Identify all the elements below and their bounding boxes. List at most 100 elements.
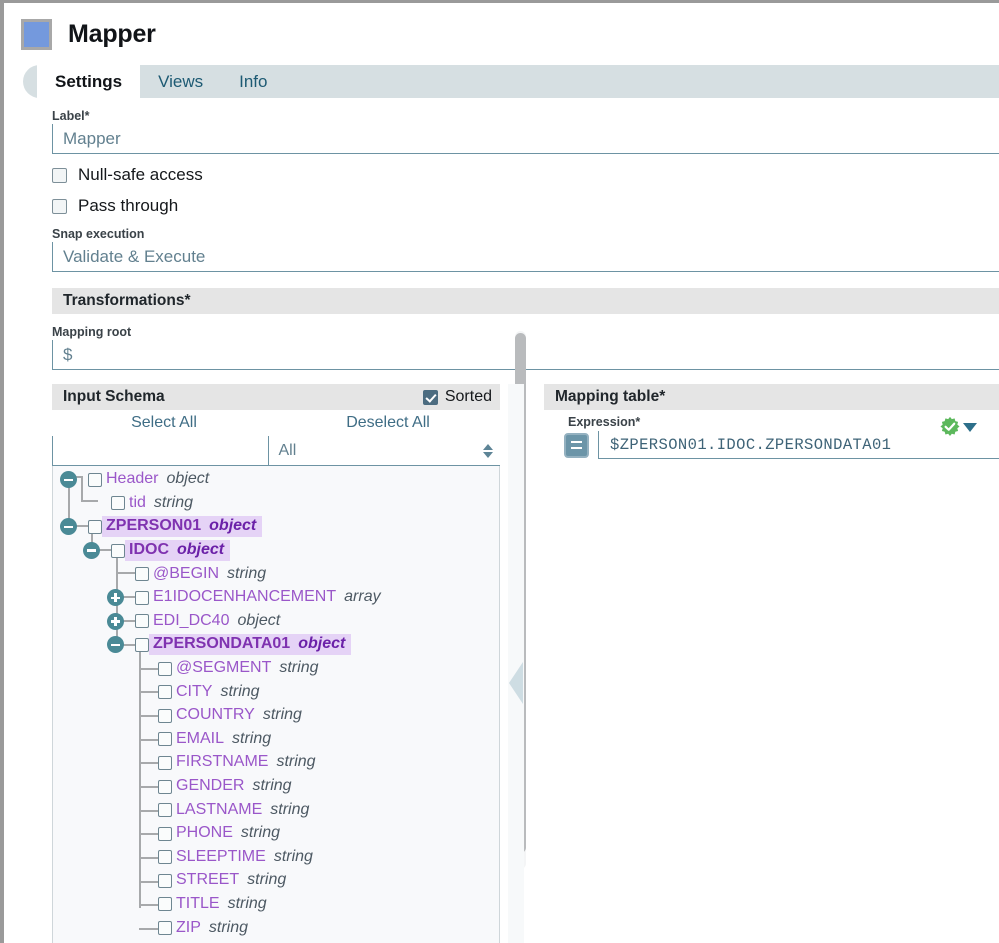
tree-node-row[interactable]: tidstring xyxy=(53,492,499,516)
tree-node-type: object xyxy=(237,612,280,630)
label-input[interactable]: Mapper xyxy=(52,124,999,154)
page-title: Mapper xyxy=(68,20,156,49)
tree-node-checkbox[interactable] xyxy=(135,638,149,652)
tree-node-type: object xyxy=(177,541,224,559)
tree-node-labels: COUNTRY string xyxy=(172,705,308,726)
tree-node-name: COUNTRY xyxy=(176,706,255,724)
tree-node-checkbox[interactable] xyxy=(158,685,172,699)
tree-node-checkbox[interactable] xyxy=(158,921,172,935)
schema-filter-row: All xyxy=(52,436,500,466)
tree-node-checkbox[interactable] xyxy=(135,567,149,581)
pass-through-row[interactable]: Pass through xyxy=(52,196,999,216)
tree-node-checkbox[interactable] xyxy=(158,897,172,911)
tree-node-checkbox[interactable] xyxy=(158,874,172,888)
tree-node-name: Header xyxy=(106,470,158,488)
tree-node-name: STREET xyxy=(176,871,239,889)
tree-node-checkbox[interactable] xyxy=(158,662,172,676)
tree-node-type: string xyxy=(263,706,302,724)
tree-node-checkbox[interactable] xyxy=(158,850,172,864)
tree-node-row[interactable]: ZPERSONDATA01object xyxy=(53,633,499,657)
tree-node-type: string xyxy=(154,494,193,512)
tree-node-checkbox[interactable] xyxy=(111,544,125,558)
schema-type-filter-select[interactable]: All xyxy=(268,436,501,466)
tree-node-checkbox[interactable] xyxy=(111,496,125,510)
tree-node-row[interactable]: ZIPstring xyxy=(53,916,499,940)
expand-node-icon[interactable] xyxy=(107,589,124,606)
tree-node-labels: ZPERSONDATA01object xyxy=(149,634,351,655)
panel-divider xyxy=(500,384,544,943)
tree-node-row[interactable]: TITLEstring xyxy=(53,893,499,917)
collapse-node-icon[interactable] xyxy=(83,542,100,559)
null-safe-access-row[interactable]: Null-safe access xyxy=(52,165,999,185)
tree-node-name: CITY xyxy=(176,683,212,701)
tree-node-checkbox[interactable] xyxy=(158,756,172,770)
tree-node-row[interactable]: Headerobject xyxy=(53,468,499,492)
tree-node-row[interactable]: ZPERSON01object xyxy=(53,515,499,539)
schema-search-input[interactable] xyxy=(52,436,268,466)
collapse-node-icon[interactable] xyxy=(60,471,77,488)
mapper-square-icon xyxy=(21,19,52,50)
tree-node-row[interactable]: IDOCobject xyxy=(53,539,499,563)
mapping-table-header: Mapping table* xyxy=(544,384,999,410)
tree-node-row[interactable]: CITY string xyxy=(53,680,499,704)
transformations-section-header: Transformations* xyxy=(52,288,999,314)
tree-node-row[interactable]: @SEGMENTstring xyxy=(53,657,499,681)
tree-node-type: string xyxy=(279,659,318,677)
tree-node-checkbox[interactable] xyxy=(158,803,172,817)
collapse-node-icon[interactable] xyxy=(60,518,77,535)
tree-node-name: @BEGIN xyxy=(153,565,219,583)
tree-node-checkbox[interactable] xyxy=(135,591,149,605)
tree-node-type: string xyxy=(220,683,259,701)
tree-node-row[interactable]: @BEGINstring xyxy=(53,562,499,586)
tree-node-row[interactable]: EMAILstring xyxy=(53,728,499,752)
tree-node-checkbox[interactable] xyxy=(135,614,149,628)
tree-node-checkbox[interactable] xyxy=(88,473,102,487)
tree-node-name: ZPERSONDATA01 xyxy=(153,635,290,653)
input-schema-panel: Input Schema Sorted Select All Deselect … xyxy=(52,384,500,943)
snap-execution-label: Snap execution xyxy=(52,227,999,241)
valid-check-badge-icon xyxy=(939,416,961,438)
tree-node-name: SLEEPTIME xyxy=(176,848,266,866)
tree-node-type: array xyxy=(344,588,380,606)
snap-execution-select[interactable]: Validate & Execute xyxy=(52,242,999,272)
chevron-up-icon[interactable] xyxy=(483,444,493,450)
pass-through-checkbox[interactable] xyxy=(52,199,67,214)
tree-node-row[interactable]: FIRSTNAMEstring xyxy=(53,751,499,775)
tree-node-checkbox[interactable] xyxy=(158,780,172,794)
chevron-down-icon[interactable] xyxy=(483,452,493,458)
null-safe-access-checkbox[interactable] xyxy=(52,168,67,183)
spinner-icon[interactable] xyxy=(483,444,493,458)
tree-node-checkbox[interactable] xyxy=(158,827,172,841)
tab-info[interactable]: Info xyxy=(221,65,285,98)
sorted-toggle[interactable]: Sorted xyxy=(423,388,492,406)
sorted-checkbox[interactable] xyxy=(423,390,438,405)
input-schema-tree[interactable]: HeaderobjecttidstringZPERSON01objectIDOC… xyxy=(52,466,500,943)
tree-node-labels: tidstring xyxy=(125,493,199,514)
tree-node-row[interactable]: GENDERstring xyxy=(53,775,499,799)
mapping-table-panel: Mapping table* Expression* $ZPERSON01.ID… xyxy=(544,384,999,943)
tab-views[interactable]: Views xyxy=(140,65,221,98)
tree-node-labels: GENDERstring xyxy=(172,776,298,797)
tree-node-checkbox[interactable] xyxy=(88,520,102,534)
tree-node-row[interactable]: STREETstring xyxy=(53,869,499,893)
tree-node-labels: EDI_DC40object xyxy=(149,611,286,632)
tree-node-row[interactable]: PHONEstring xyxy=(53,822,499,846)
tree-node-checkbox[interactable] xyxy=(158,732,172,746)
schema-mapping-panels: Input Schema Sorted Select All Deselect … xyxy=(4,384,999,943)
select-all-link[interactable]: Select All xyxy=(52,414,276,432)
expression-toggle-button[interactable] xyxy=(564,433,589,458)
expand-node-icon[interactable] xyxy=(107,613,124,630)
collapse-panel-handle-icon[interactable] xyxy=(509,662,523,704)
tree-node-row[interactable]: E1IDOCENHANCEMENTarray xyxy=(53,586,499,610)
sorted-label: Sorted xyxy=(445,388,492,406)
tree-node-type: string xyxy=(274,848,313,866)
tab-settings[interactable]: Settings xyxy=(37,65,140,98)
collapse-node-icon[interactable] xyxy=(107,636,124,653)
tree-node-row[interactable]: COUNTRY string xyxy=(53,704,499,728)
tree-node-row[interactable]: SLEEPTIME string xyxy=(53,846,499,870)
deselect-all-link[interactable]: Deselect All xyxy=(276,414,500,432)
expression-dropdown-icon[interactable] xyxy=(963,423,977,432)
tree-node-checkbox[interactable] xyxy=(158,709,172,723)
tree-node-row[interactable]: LASTNAMEstring xyxy=(53,798,499,822)
tree-node-row[interactable]: EDI_DC40object xyxy=(53,610,499,634)
